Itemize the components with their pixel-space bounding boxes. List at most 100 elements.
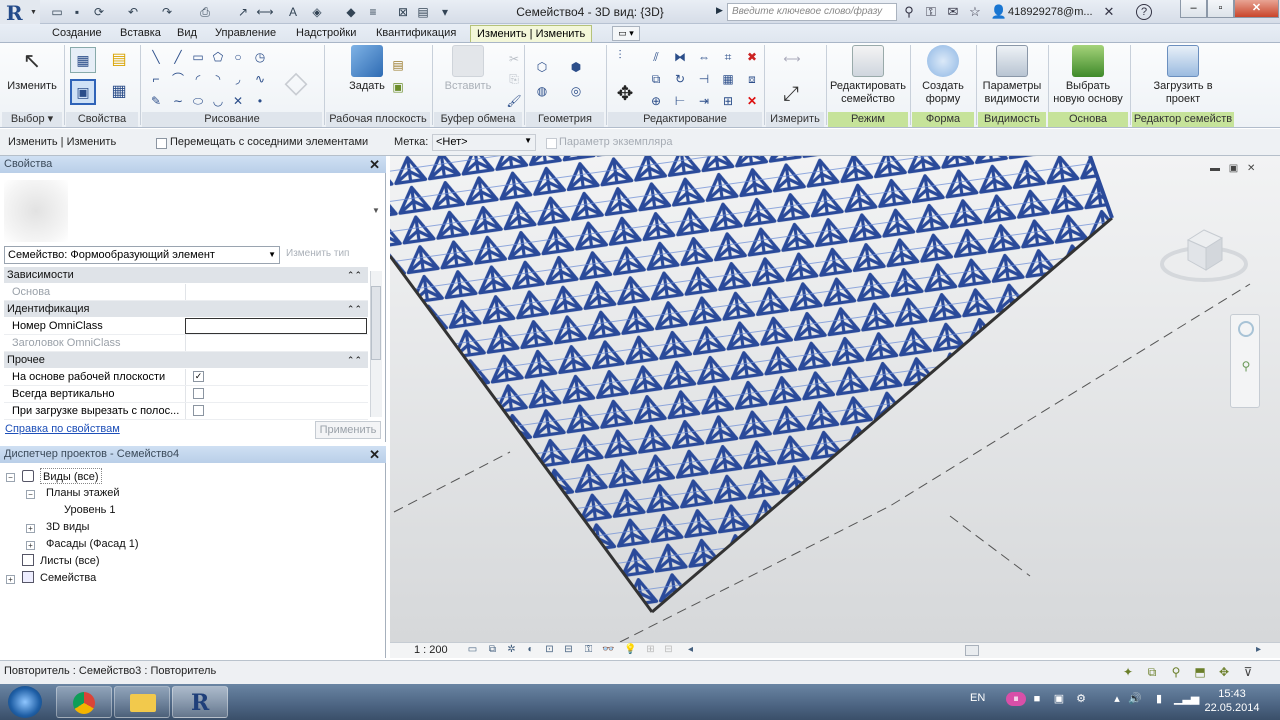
show-crop-icon[interactable]: ⊟: [562, 644, 575, 656]
open-icon[interactable]: ▭: [48, 3, 66, 21]
rectangle-icon[interactable]: ▭: [190, 49, 206, 65]
subscription-icon[interactable]: ⚿: [922, 3, 940, 21]
lock-3d-icon[interactable]: ⚿: [582, 644, 595, 656]
copy-icon[interactable]: ⎘: [506, 71, 522, 87]
chrome-taskbar-button[interactable]: [56, 686, 112, 718]
shadows-icon[interactable]: ◐: [524, 644, 537, 656]
sync-icon[interactable]: ⟳: [90, 3, 108, 21]
point-element-icon[interactable]: ✕: [230, 93, 246, 109]
type-properties-icon[interactable]: ▤: [106, 47, 132, 73]
print-icon[interactable]: ⎙: [196, 3, 214, 21]
select-by-face-icon[interactable]: ⬒: [1192, 664, 1208, 680]
tree-item-families[interactable]: Семейства: [40, 570, 96, 586]
tree-item-3d-views[interactable]: 3D виды: [46, 519, 89, 535]
minimize-view-icon[interactable]: ▬: [1210, 163, 1220, 174]
trim-extend-icon[interactable]: ⊢: [672, 93, 688, 109]
network-icon[interactable]: ▮: [1152, 692, 1166, 706]
screen-recorder-icon[interactable]: ▣: [1052, 692, 1066, 706]
pin-icon[interactable]: ⊕: [648, 93, 664, 109]
pick-lines-icon[interactable]: ⌐: [148, 71, 164, 87]
family-type-selector[interactable]: Семейство: Формообразующий элемент ▼: [4, 246, 280, 264]
tab-view[interactable]: Вид: [171, 25, 203, 42]
highlight-icon[interactable]: ⊟: [662, 644, 675, 656]
circle-icon[interactable]: ○: [230, 49, 246, 65]
taskbar-clock[interactable]: 15:43 22.05.2014: [1200, 687, 1264, 715]
measure-between-icon[interactable]: ⟷: [774, 51, 810, 67]
text-icon[interactable]: A: [284, 3, 302, 21]
mirror-axis-icon[interactable]: ⧓: [672, 49, 688, 65]
language-indicator[interactable]: EN: [970, 692, 985, 704]
pick-faces-icon[interactable]: ✎: [148, 93, 164, 109]
line-draw-icon[interactable]: ╱: [170, 49, 186, 65]
communication-icon[interactable]: ✉: [944, 3, 962, 21]
type-selector-chevron-icon[interactable]: ▼: [372, 206, 380, 215]
thin-lines-icon[interactable]: ≡: [364, 3, 382, 21]
collapse-toggle-icon[interactable]: −: [6, 473, 15, 482]
stop-icon[interactable]: ■: [1030, 692, 1044, 706]
view-scale[interactable]: 1 : 200: [414, 642, 448, 658]
filter-icon[interactable]: ⊽: [1240, 664, 1256, 680]
viewcube[interactable]: [1160, 214, 1248, 288]
edit-profile-button[interactable]: Редактировать семейство: [828, 45, 908, 106]
customize-qat-icon[interactable]: ▾: [436, 3, 454, 21]
rotate-icon[interactable]: ↻: [672, 71, 688, 87]
close-icon[interactable]: ✕: [369, 156, 380, 173]
close-icon[interactable]: ✕: [369, 446, 380, 463]
expand-toggle-icon[interactable]: +: [26, 541, 35, 550]
tray-expand-icon[interactable]: ▴: [1110, 692, 1124, 706]
close-view-icon[interactable]: ✕: [1247, 163, 1255, 174]
revit-taskbar-button[interactable]: R: [172, 686, 228, 718]
apply-button[interactable]: Применить: [315, 421, 381, 439]
maximize-button[interactable]: ▫: [1207, 0, 1234, 18]
sun-path-icon[interactable]: ✲: [505, 644, 518, 656]
work-plane-viewer-icon[interactable]: ▣: [390, 79, 406, 95]
scroll-left-icon[interactable]: ◂: [684, 644, 697, 656]
application-menu-button[interactable]: R ▼: [0, 0, 40, 25]
drag-elements-icon[interactable]: ✥: [1216, 664, 1232, 680]
binoculars-icon[interactable]: ⚲: [900, 3, 918, 21]
expand-toggle-icon[interactable]: +: [26, 524, 35, 533]
properties-scroll-thumb[interactable]: [371, 286, 381, 360]
ellipse-icon[interactable]: ⬭: [190, 93, 206, 109]
move-with-nearby-checkbox[interactable]: [156, 138, 167, 149]
show-work-plane-icon[interactable]: ▤: [390, 57, 406, 73]
switch-windows-icon[interactable]: ▤: [414, 3, 432, 21]
tree-item-sheets[interactable]: Листы (все): [40, 553, 100, 569]
detail-level-icon[interactable]: ▭: [466, 644, 479, 656]
reveal-hidden-icon[interactable]: 💡: [624, 644, 637, 656]
copy-element-icon[interactable]: ⧉: [648, 71, 664, 87]
dimension-icon[interactable]: ⟷: [256, 3, 274, 21]
measure-icon[interactable]: ↗: [234, 3, 252, 21]
tab-quantification[interactable]: Квантификация: [370, 25, 462, 42]
extend-icon[interactable]: ⇥: [696, 93, 712, 109]
tree-item-views-all[interactable]: Виды (все): [40, 468, 102, 484]
close-button[interactable]: ✕: [1234, 0, 1279, 18]
arc-icon[interactable]: ⌒: [170, 71, 186, 87]
uncut-geometry-icon[interactable]: ◍: [534, 83, 550, 99]
select-underlay-icon[interactable]: ⧉: [1144, 664, 1160, 680]
properties-icon[interactable]: ▦: [70, 47, 96, 73]
category-other[interactable]: Прочее ⌃⌃: [4, 352, 368, 368]
split-icon[interactable]: ⌗: [720, 49, 736, 65]
line-icon[interactable]: ╲: [148, 49, 164, 65]
match-properties-icon[interactable]: 🖌: [506, 93, 522, 109]
analytical-icon[interactable]: ⊞: [644, 644, 657, 656]
label-dropdown[interactable]: <Нет> ▼: [432, 134, 536, 151]
cut-with-voids-checkbox[interactable]: [193, 405, 204, 416]
panel-select-label[interactable]: Выбор ▾: [2, 112, 62, 127]
arc-center-icon[interactable]: ◜: [190, 71, 206, 87]
trim-icon[interactable]: ⊣: [696, 71, 712, 87]
circle-radius-icon[interactable]: ◷: [252, 49, 268, 65]
visibility-settings-button[interactable]: Параметры видимости: [978, 45, 1046, 106]
unpin-icon[interactable]: ✖: [744, 49, 760, 65]
family-types-icon[interactable]: ▦: [106, 79, 132, 105]
join-geometry-icon[interactable]: ⬡: [534, 59, 550, 75]
volume-icon[interactable]: 🔊: [1128, 692, 1142, 706]
tab-manage[interactable]: Управление: [209, 25, 282, 42]
start-button[interactable]: [8, 686, 42, 718]
select-pinned-icon[interactable]: ⚲: [1168, 664, 1184, 680]
search-input[interactable]: Введите ключевое слово/фразу: [727, 3, 897, 21]
scroll-right-icon[interactable]: ▸: [1252, 644, 1265, 656]
spline-through-points-icon[interactable]: ∼: [170, 93, 186, 109]
load-into-project-button[interactable]: Загрузить в проект: [1150, 45, 1216, 106]
